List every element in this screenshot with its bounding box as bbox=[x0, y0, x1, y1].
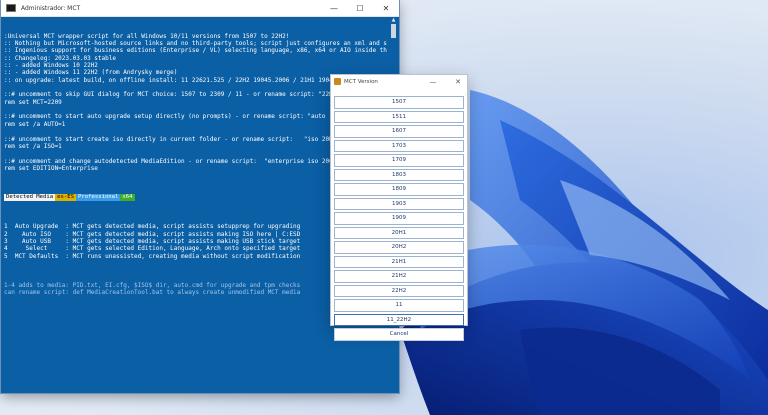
version-option-1607[interactable]: 1607 bbox=[334, 125, 464, 138]
console-line: 5 MCT Defaults : MCT runs unassisted, cr… bbox=[4, 252, 301, 260]
console-line: rem set EDITION=Enterprise bbox=[4, 164, 98, 172]
version-option-1803[interactable]: 1803 bbox=[334, 168, 464, 182]
console-line: :: on upgrade: latest build, on offline … bbox=[4, 76, 387, 84]
version-option-1507[interactable]: 1507 bbox=[334, 96, 464, 109]
console-line: can rename script: def MediaCreationTool… bbox=[4, 289, 301, 297]
console-line: :Universal MCT wrapper script for all Wi… bbox=[4, 32, 290, 40]
console-line: :: - added Windows 10 22H2 bbox=[4, 62, 98, 70]
cancel-button[interactable]: Cancel bbox=[334, 328, 464, 341]
console-line: rem set /a AUTO=1 bbox=[4, 120, 66, 128]
version-option-20h2[interactable]: 20H2 bbox=[334, 241, 464, 254]
maximize-button[interactable]: ☐ bbox=[347, 0, 373, 16]
console-line: 2 Auto ISO : MCT gets detected media, sc… bbox=[4, 230, 301, 238]
detected-media-bar: Detected Media es-ES Professional x64 bbox=[4, 194, 387, 202]
console-line: :: Ingenious support for business editio… bbox=[4, 47, 387, 55]
terminal-icon bbox=[6, 4, 16, 12]
console-line: 1-4 adds to media: PID.txt, EI.cfg, $ISO… bbox=[4, 282, 301, 290]
version-option-21h2[interactable]: 21H2 bbox=[334, 270, 464, 283]
version-option-1809[interactable]: 1809 bbox=[334, 183, 464, 196]
version-option-1909[interactable]: 1909 bbox=[334, 212, 464, 225]
version-option-list: 1507 1511 1607 1703 1709 1803 1809 1903 1909 20H1… bbox=[334, 96, 464, 343]
mct-app-icon bbox=[334, 78, 341, 85]
version-option-11-22h2[interactable]: 11_22H2 bbox=[334, 313, 464, 327]
console-header-lines: :Universal MCT wrapper script for all Wi… bbox=[4, 33, 387, 180]
mct-version-dialog[interactable]: MCT Version — ✕ 1507 1511 1607 1703 1709 1803… bbox=[331, 75, 467, 341]
console-line: :: Nothing but Microsoft-hosted source l… bbox=[4, 40, 387, 48]
console-output: :Universal MCT wrapper script for all Wi… bbox=[4, 18, 387, 391]
console-line: 3 Auto USB : MCT gets detected media, sc… bbox=[4, 237, 301, 245]
close-button[interactable]: ✕ bbox=[373, 0, 399, 16]
console-line: :: - added Windows 11 22H2 (from Andrysk… bbox=[4, 69, 178, 77]
dialog-title: MCT Version bbox=[344, 78, 378, 85]
console-line: rem set /a ISO=1 bbox=[4, 142, 62, 150]
arch-badge: x64 bbox=[120, 194, 135, 202]
console-line: ::# uncomment to skip GUI dialog for MCT… bbox=[4, 91, 387, 99]
console-line: ::# uncomment and change autodetected Me… bbox=[4, 157, 369, 165]
minimize-button[interactable]: — bbox=[321, 0, 347, 16]
console-line: rem set MCT=2209 bbox=[4, 98, 62, 106]
version-option-1703[interactable]: 1703 bbox=[334, 139, 464, 153]
scrollbar-thumb[interactable] bbox=[391, 24, 396, 38]
console-line: ::# uncomment to start auto upgrade setu… bbox=[4, 113, 369, 121]
version-option-20h1[interactable]: 20H1 bbox=[334, 226, 464, 240]
version-option-22h2[interactable]: 22H2 bbox=[334, 284, 464, 298]
scroll-up-icon[interactable]: ▲ bbox=[390, 18, 397, 23]
dialog-minimize-button[interactable]: — bbox=[425, 75, 441, 88]
language-badge: es-ES bbox=[55, 194, 76, 202]
console-menu-lines: 1 Auto Upgrade : MCT gets detected media… bbox=[4, 216, 387, 267]
console-footer-lines: 1-4 adds to media: PID.txt, EI.cfg, $ISO… bbox=[4, 282, 387, 297]
dialog-close-button[interactable]: ✕ bbox=[450, 75, 466, 88]
console-title-bar[interactable]: Administrador: MCT — ☐ ✕ bbox=[1, 0, 399, 17]
version-option-1511[interactable]: 1511 bbox=[334, 110, 464, 124]
edition-badge: Professional bbox=[76, 194, 121, 202]
dialog-title-bar[interactable]: MCT Version — ✕ bbox=[331, 75, 467, 88]
version-option-11[interactable]: 11 bbox=[334, 299, 464, 312]
detected-media-label: Detected Media bbox=[4, 194, 56, 202]
console-line: 4 Select : MCT gets selected Edition, La… bbox=[4, 245, 301, 253]
console-line: 1 Auto Upgrade : MCT gets detected media… bbox=[4, 223, 301, 231]
version-option-21h1[interactable]: 21H1 bbox=[334, 255, 464, 269]
version-option-1709[interactable]: 1709 bbox=[334, 154, 464, 167]
console-line: ::# uncomment to start create iso direct… bbox=[4, 135, 369, 143]
console-line: :: Changelog: 2023.03.03 stable bbox=[4, 54, 116, 62]
version-option-1903[interactable]: 1903 bbox=[334, 197, 464, 211]
console-title: Administrador: MCT bbox=[21, 4, 81, 12]
